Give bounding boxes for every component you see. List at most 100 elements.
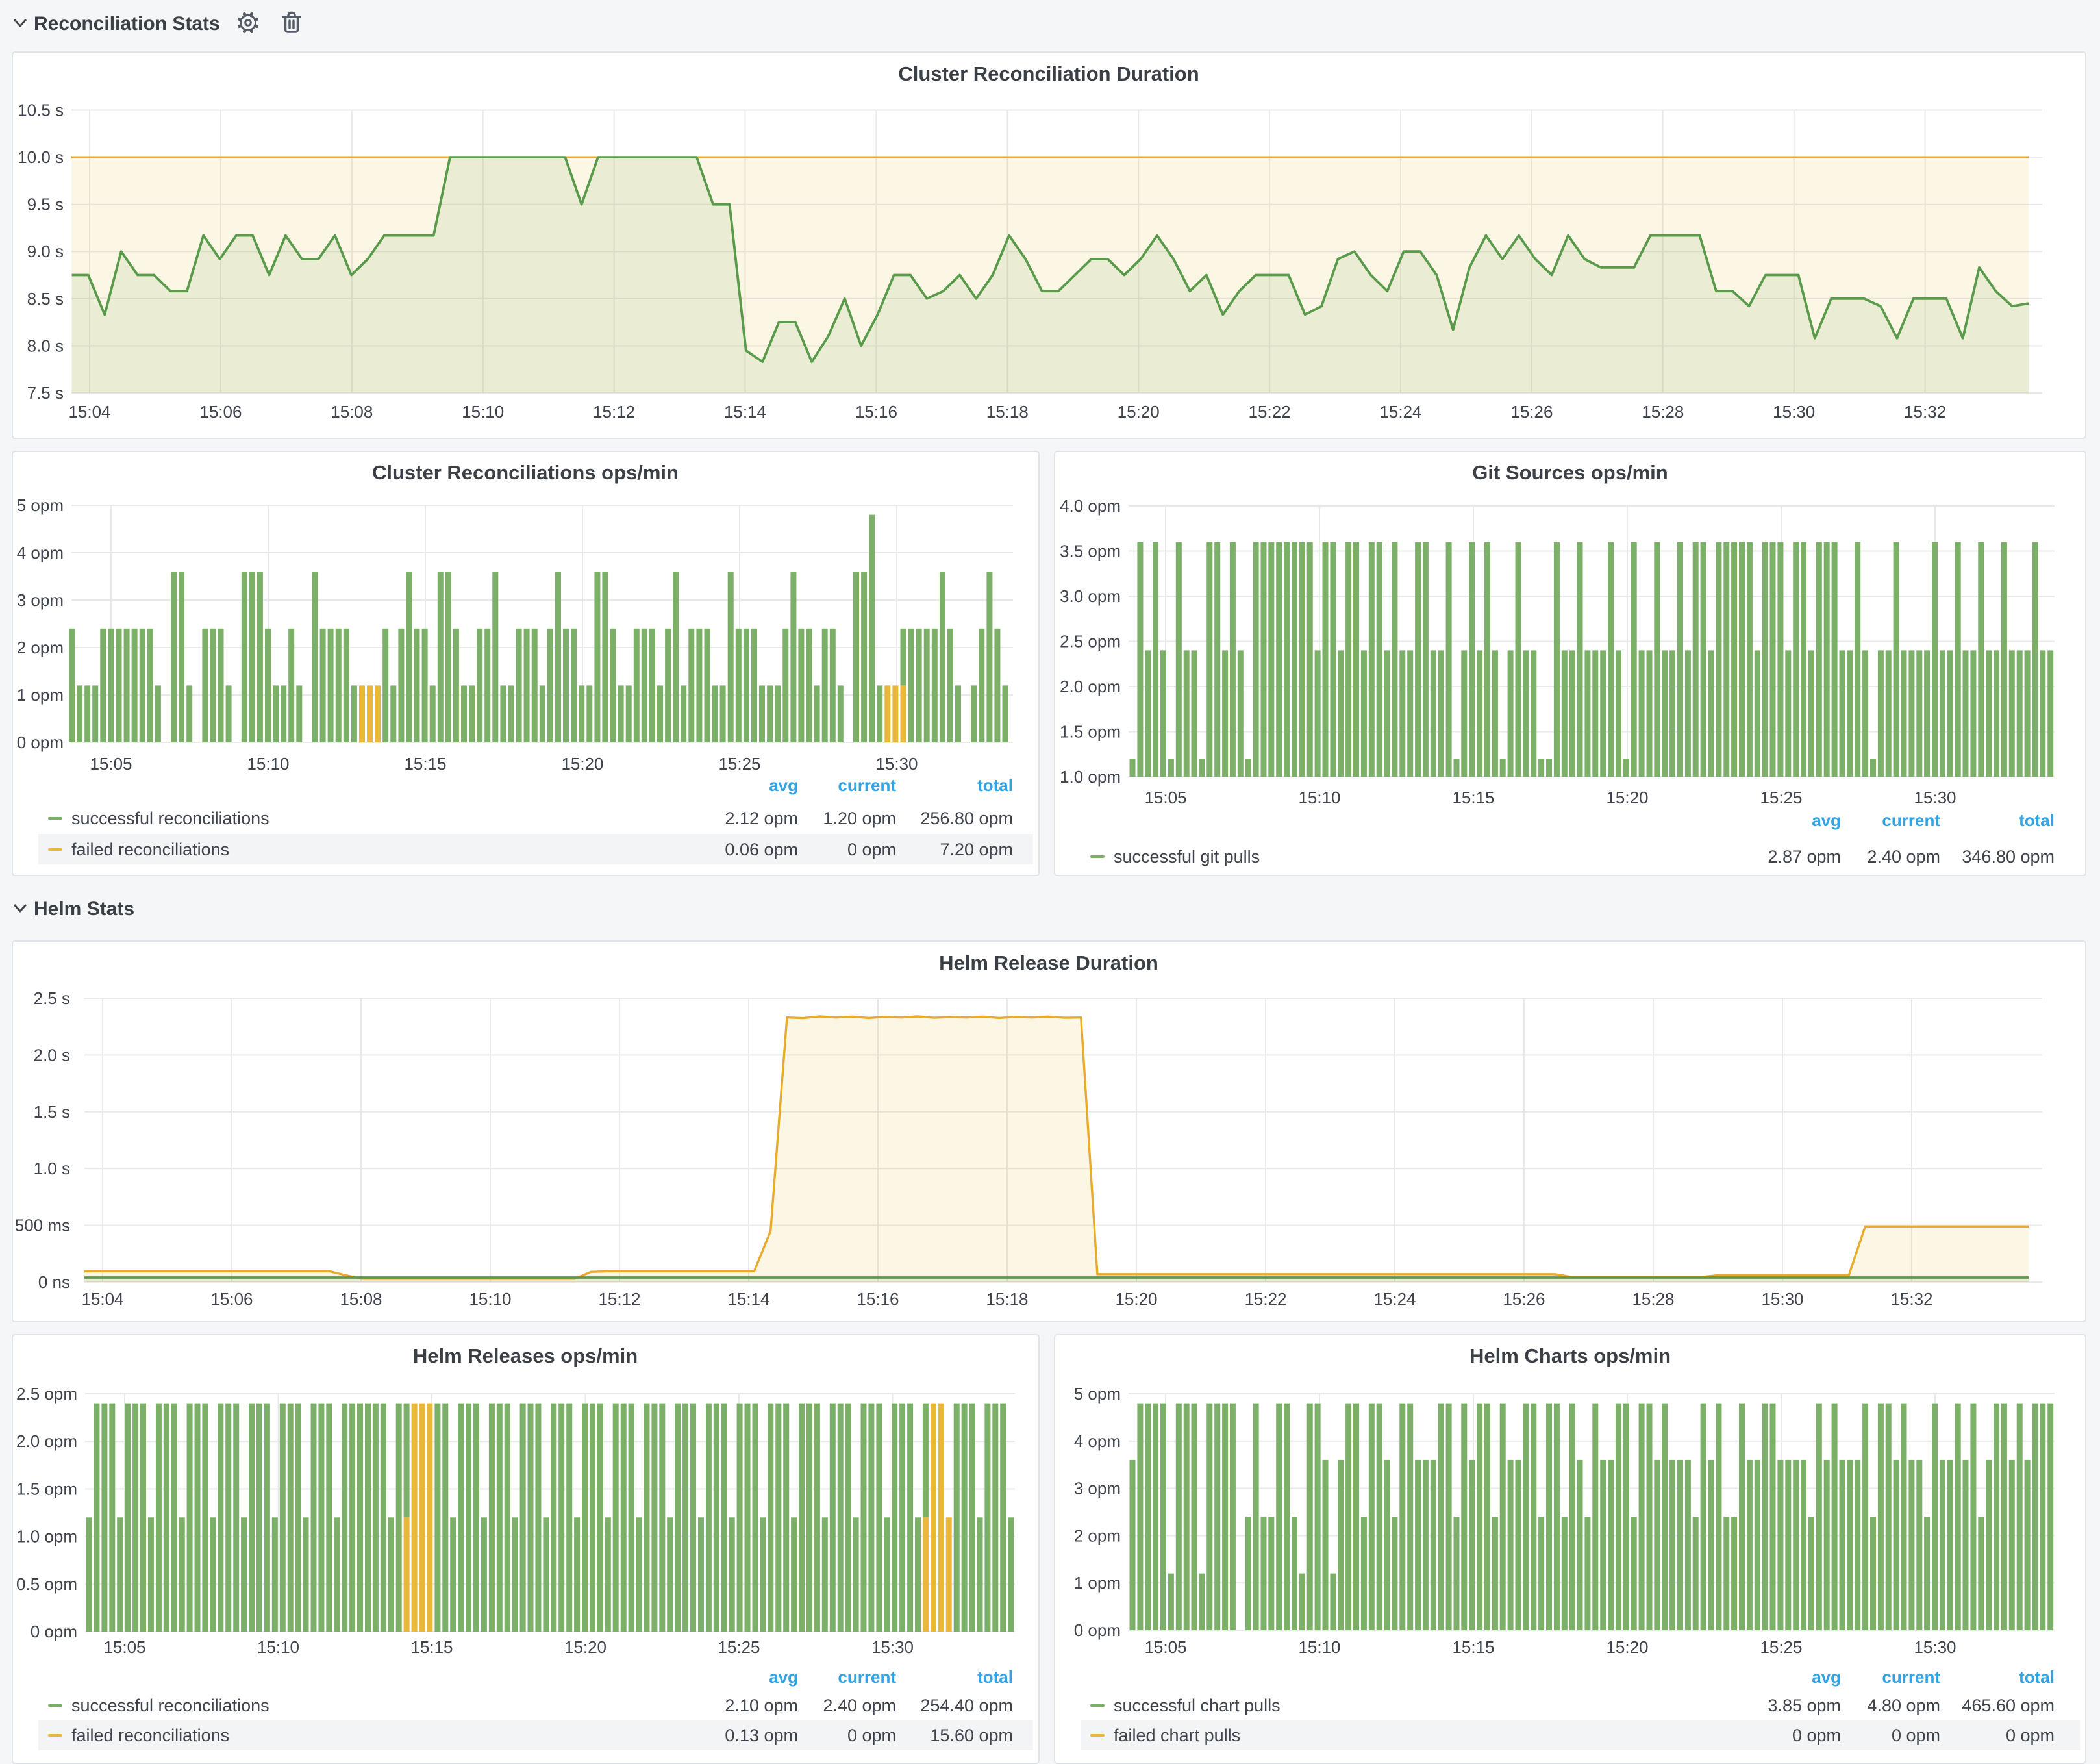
svg-text:1.0 opm: 1.0 opm: [16, 1527, 77, 1546]
svg-text:failed chart pulls: failed chart pulls: [1114, 1726, 1240, 1745]
svg-text:total: total: [977, 775, 1013, 795]
svg-text:15:20: 15:20: [1606, 788, 1648, 807]
svg-text:15:15: 15:15: [1452, 788, 1494, 807]
svg-text:15:22: 15:22: [1249, 402, 1291, 422]
svg-text:4 opm: 4 opm: [1074, 1431, 1121, 1451]
svg-text:Helm Charts ops/min: Helm Charts ops/min: [1469, 1344, 1671, 1367]
svg-text:1 opm: 1 opm: [1074, 1573, 1121, 1593]
svg-text:15:10: 15:10: [1298, 788, 1340, 807]
svg-text:9.0 s: 9.0 s: [27, 242, 64, 261]
svg-text:2.5 opm: 2.5 opm: [16, 1384, 77, 1404]
svg-text:Git Sources ops/min: Git Sources ops/min: [1472, 461, 1668, 484]
svg-text:15:05: 15:05: [1144, 1637, 1186, 1657]
svg-text:15:26: 15:26: [1510, 402, 1553, 422]
svg-text:3 opm: 3 opm: [1074, 1479, 1121, 1498]
svg-text:0.5 opm: 0.5 opm: [16, 1574, 77, 1594]
svg-text:10.0 s: 10.0 s: [18, 147, 64, 167]
svg-text:1 opm: 1 opm: [17, 685, 64, 705]
svg-text:total: total: [2019, 811, 2055, 830]
svg-text:1.5 opm: 1.5 opm: [1060, 722, 1121, 742]
svg-text:15:32: 15:32: [1890, 1289, 1932, 1309]
svg-text:failed reconciliations: failed reconciliations: [71, 840, 229, 859]
svg-text:15:15: 15:15: [404, 754, 446, 774]
svg-text:15:24: 15:24: [1373, 1289, 1416, 1309]
svg-text:2.87 opm: 2.87 opm: [1768, 847, 1841, 866]
svg-text:1.0 opm: 1.0 opm: [1060, 767, 1121, 787]
svg-text:15:14: 15:14: [724, 402, 766, 422]
svg-text:3.5 opm: 3.5 opm: [1060, 542, 1121, 561]
svg-text:15:30: 15:30: [871, 1637, 914, 1657]
svg-text:15:14: 15:14: [727, 1289, 769, 1309]
svg-text:15:10: 15:10: [247, 754, 289, 774]
svg-text:15:24: 15:24: [1379, 402, 1421, 422]
svg-text:15:20: 15:20: [1606, 1637, 1648, 1657]
svg-text:3.85 opm: 3.85 opm: [1768, 1696, 1841, 1715]
svg-text:15:25: 15:25: [718, 754, 760, 774]
svg-text:500 ms: 500 ms: [15, 1216, 70, 1235]
svg-text:successful reconciliations: successful reconciliations: [71, 1696, 269, 1715]
svg-text:2.0 s: 2.0 s: [34, 1045, 70, 1065]
svg-text:15:12: 15:12: [598, 1289, 640, 1309]
svg-text:15:04: 15:04: [81, 1289, 123, 1309]
svg-text:current: current: [1882, 1667, 1940, 1687]
svg-text:15:30: 15:30: [875, 754, 918, 774]
svg-text:9.5 s: 9.5 s: [27, 195, 64, 214]
svg-text:15:10: 15:10: [462, 402, 504, 422]
svg-text:0.13 opm: 0.13 opm: [725, 1726, 798, 1745]
svg-text:256.80 opm: 256.80 opm: [920, 809, 1013, 828]
svg-text:4.0 opm: 4.0 opm: [1060, 496, 1121, 516]
svg-text:15:25: 15:25: [1760, 788, 1802, 807]
svg-text:2.0 opm: 2.0 opm: [16, 1431, 77, 1451]
svg-text:15:10: 15:10: [257, 1637, 299, 1657]
svg-text:avg: avg: [769, 775, 798, 795]
svg-text:15:30: 15:30: [1914, 1637, 1956, 1657]
svg-text:15:20: 15:20: [561, 754, 603, 774]
svg-text:15:10: 15:10: [1298, 1637, 1340, 1657]
svg-text:successful chart pulls: successful chart pulls: [1114, 1696, 1281, 1715]
svg-text:15:26: 15:26: [1503, 1289, 1545, 1309]
svg-text:15:16: 15:16: [855, 402, 897, 422]
svg-text:Helm Releases ops/min: Helm Releases ops/min: [413, 1344, 638, 1367]
svg-text:15:25: 15:25: [1760, 1637, 1802, 1657]
svg-text:current: current: [1882, 811, 1940, 830]
svg-text:total: total: [977, 1667, 1013, 1687]
svg-text:0 opm: 0 opm: [847, 840, 896, 859]
svg-text:2.12 opm: 2.12 opm: [725, 809, 798, 828]
svg-text:15:18: 15:18: [986, 402, 1029, 422]
svg-text:0 opm: 0 opm: [1892, 1726, 1940, 1745]
svg-text:Helm Release Duration: Helm Release Duration: [939, 951, 1158, 974]
svg-text:15.60 opm: 15.60 opm: [930, 1726, 1013, 1745]
svg-text:15:12: 15:12: [593, 402, 635, 422]
svg-text:avg: avg: [769, 1667, 798, 1687]
svg-text:total: total: [2019, 1667, 2055, 1687]
svg-text:0 ns: 0 ns: [38, 1272, 70, 1292]
svg-text:3.0 opm: 3.0 opm: [1060, 586, 1121, 606]
svg-text:8.0 s: 8.0 s: [27, 336, 64, 355]
svg-text:Cluster Reconciliation Duratio: Cluster Reconciliation Duration: [898, 62, 1199, 85]
svg-text:failed reconciliations: failed reconciliations: [71, 1726, 229, 1745]
svg-text:15:28: 15:28: [1632, 1289, 1674, 1309]
svg-text:5 opm: 5 opm: [1074, 1384, 1121, 1404]
svg-text:5 opm: 5 opm: [17, 496, 64, 515]
svg-text:0 opm: 0 opm: [1074, 1620, 1121, 1640]
svg-text:15:28: 15:28: [1642, 402, 1684, 422]
svg-text:15:05: 15:05: [90, 754, 132, 774]
svg-text:successful git pulls: successful git pulls: [1114, 847, 1260, 866]
svg-text:15:32: 15:32: [1904, 402, 1946, 422]
svg-text:2.40 opm: 2.40 opm: [823, 1696, 896, 1715]
svg-text:254.40 opm: 254.40 opm: [920, 1696, 1013, 1715]
svg-text:2 opm: 2 opm: [17, 638, 64, 657]
svg-text:346.80 opm: 346.80 opm: [1962, 847, 2055, 866]
svg-text:15:22: 15:22: [1244, 1289, 1286, 1309]
svg-text:465.60 opm: 465.60 opm: [1962, 1696, 2055, 1715]
svg-text:0.06 opm: 0.06 opm: [725, 840, 798, 859]
svg-text:15:05: 15:05: [1144, 788, 1186, 807]
svg-text:15:05: 15:05: [103, 1637, 145, 1657]
svg-text:0 opm: 0 opm: [2006, 1726, 2055, 1745]
svg-text:7.5 s: 7.5 s: [27, 383, 64, 403]
svg-text:2 opm: 2 opm: [1074, 1526, 1121, 1545]
svg-text:15:16: 15:16: [856, 1289, 899, 1309]
svg-text:15:20: 15:20: [1118, 402, 1160, 422]
svg-text:15:08: 15:08: [331, 402, 373, 422]
svg-text:successful reconciliations: successful reconciliations: [71, 809, 269, 828]
